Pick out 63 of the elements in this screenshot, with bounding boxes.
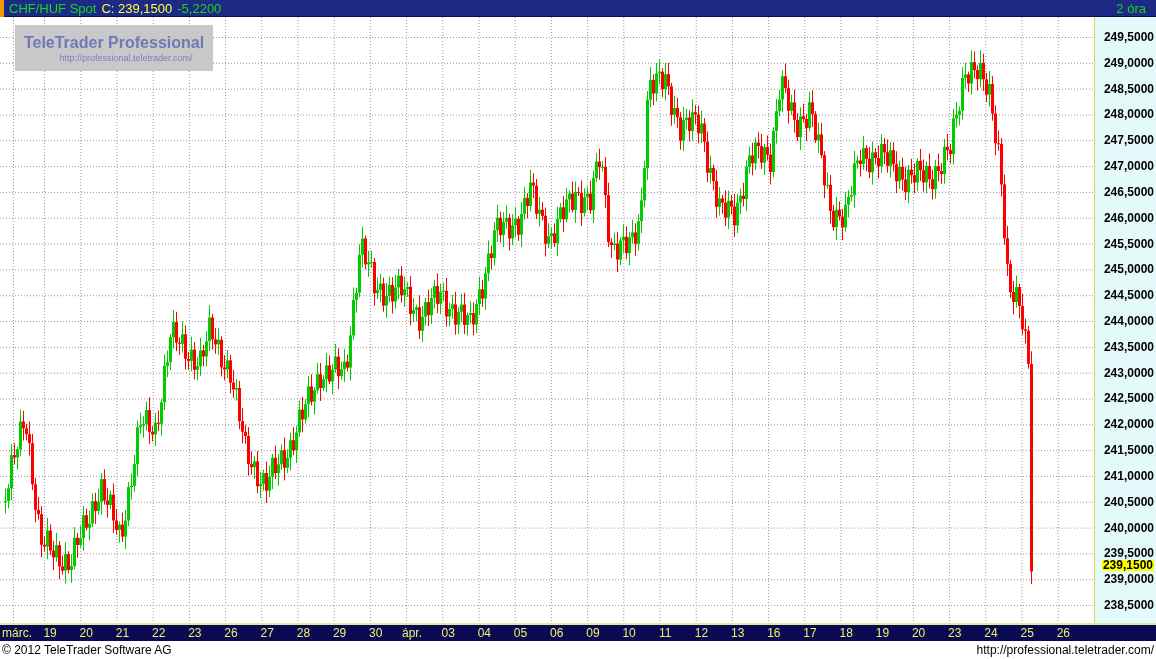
- footer-url: http://professional.teletrader.com/: [976, 643, 1154, 657]
- x-axis-label: 05: [512, 625, 529, 641]
- y-axis-label: 245,5000: [1103, 236, 1154, 251]
- y-axis-label: 240,5000: [1103, 494, 1154, 509]
- close-price: C: 239,1500: [101, 0, 173, 17]
- x-axis-label: 25: [1019, 625, 1035, 641]
- x-axis-label: 27: [259, 625, 275, 641]
- last-price-label: 239,1500: [1101, 560, 1154, 572]
- y-axis-label: 247,5000: [1103, 133, 1154, 148]
- y-axis-label: 243,0000: [1103, 365, 1154, 380]
- x-axis-label: 24: [983, 625, 999, 641]
- y-axis-label: 249,0000: [1103, 55, 1154, 70]
- y-axis-label: 241,0000: [1103, 468, 1154, 483]
- y-axis-label: 239,0000: [1103, 572, 1154, 587]
- instrument-name: CHF/HUF Spot: [9, 0, 97, 17]
- x-axis-label: 09: [585, 625, 601, 641]
- logo-url: http://professional.teletrader.com/: [59, 51, 193, 64]
- x-axis-label: 23: [187, 625, 203, 641]
- x-axis-label: 11: [658, 625, 673, 641]
- x-axis-label: 23: [947, 625, 963, 641]
- x-axis-label: 06: [549, 625, 565, 641]
- y-axis-label: 248,0000: [1103, 107, 1154, 122]
- x-axis-label: 13: [729, 625, 746, 641]
- y-axis-label: 239,5000: [1103, 546, 1154, 561]
- x-axis-label: 30: [368, 625, 384, 641]
- y-axis-label: 248,5000: [1103, 81, 1154, 96]
- y-axis-label: 244,0000: [1103, 314, 1154, 328]
- x-axis-label: 18: [838, 625, 854, 641]
- x-axis-label: 10: [621, 625, 637, 641]
- logo-title: TeleTrader Professional: [23, 32, 205, 52]
- x-axis-label: 26: [223, 625, 239, 641]
- x-axis-label: ápr.: [400, 625, 423, 641]
- y-axis-label: 238,5000: [1103, 598, 1154, 613]
- y-axis-label: 242,5000: [1103, 391, 1154, 406]
- y-axis-label: 242,0000: [1103, 417, 1154, 432]
- interval-label: 2 óra: [1116, 0, 1146, 17]
- copyright-text: © 2012 TeleTrader Software AG: [2, 643, 172, 657]
- x-axis-label: 16: [766, 625, 782, 641]
- y-axis-label: 244,5000: [1103, 288, 1154, 303]
- x-axis-label: márc.: [1, 625, 32, 641]
- y-axis-label: 249,5000: [1103, 30, 1154, 44]
- x-axis-label: 19: [42, 625, 58, 641]
- x-axis-label: 12: [693, 625, 710, 641]
- y-axis-label: 245,0000: [1103, 262, 1154, 277]
- x-axis-label: 21: [114, 625, 131, 641]
- y-axis-label: 240,0000: [1103, 520, 1154, 535]
- x-axis-label: 28: [295, 625, 312, 641]
- x-axis-label: 20: [78, 625, 94, 641]
- y-axis-label: 247,0000: [1103, 159, 1154, 174]
- x-axis-label: 20: [910, 625, 927, 641]
- x-axis-label: 29: [331, 625, 348, 641]
- x-axis-label: 03: [440, 625, 456, 641]
- x-axis-label: 22: [150, 625, 167, 641]
- y-axis-label: 246,5000: [1103, 184, 1154, 199]
- x-axis-label: 17: [802, 625, 818, 641]
- y-axis-label: 241,5000: [1103, 443, 1154, 458]
- price-change: -5,2200: [177, 0, 222, 17]
- x-axis-label: 04: [476, 625, 492, 641]
- x-axis-label: 26: [1055, 625, 1071, 641]
- x-axis-label: 19: [874, 625, 891, 641]
- y-axis-label: 243,5000: [1103, 339, 1154, 354]
- y-axis-label: 246,0000: [1103, 210, 1154, 225]
- header-marker: [0, 0, 4, 17]
